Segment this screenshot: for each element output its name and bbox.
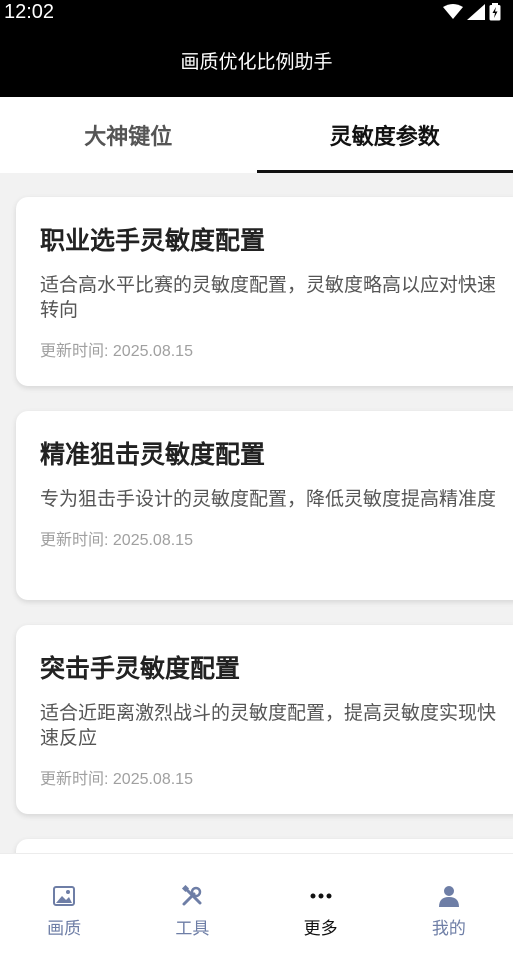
card-title: 精准狙击灵敏度配置: [40, 440, 266, 469]
config-card-partial[interactable]: [16, 839, 513, 853]
bottom-nav: 画质 工具 更多 我的: [0, 853, 513, 960]
nav-label: 更多: [303, 919, 338, 939]
status-bar: 12:02: [0, 0, 513, 24]
card-list[interactable]: 职业选手灵敏度配置 适合高水平比赛的灵敏度配置，灵敏度略高以应对快速转向 更新时…: [0, 173, 513, 853]
card-description: 专为狙击手设计的灵敏度配置，降低灵敏度提高精准度: [40, 488, 497, 510]
nav-item-quality[interactable]: 画质: [0, 854, 128, 960]
nav-label: 我的: [431, 919, 466, 939]
wifi-icon: [443, 4, 463, 19]
card-title: 突击手灵敏度配置: [40, 654, 241, 683]
card-title: 职业选手灵敏度配置: [40, 226, 266, 255]
tab-sensitivity[interactable]: 灵敏度参数: [256, 97, 513, 173]
card-description: 适合高水平比赛的灵敏度配置，灵敏度略高以应对快速转向: [40, 274, 497, 321]
config-card[interactable]: 突击手灵敏度配置 适合近距离激烈战斗的灵敏度配置，提高灵敏度实现快速反应 更新时…: [16, 625, 513, 814]
signal-icon: [467, 4, 485, 20]
nav-item-more[interactable]: 更多: [257, 854, 385, 960]
nav-item-tools[interactable]: 工具: [128, 854, 256, 960]
app-bar: 画质优化比例助手: [0, 24, 513, 97]
page-title: 画质优化比例助手: [180, 51, 333, 73]
tab-keybind[interactable]: 大神键位: [0, 97, 257, 173]
nav-label: 画质: [47, 919, 82, 939]
nav-item-profile[interactable]: 我的: [385, 854, 513, 960]
config-card[interactable]: 精准狙击灵敏度配置 专为狙击手设计的灵敏度配置，降低灵敏度提高精准度 更新时间:…: [16, 411, 513, 600]
image-icon: [52, 884, 76, 908]
status-icons: [443, 2, 501, 22]
battery-icon: [489, 3, 501, 21]
more-icon: [309, 884, 333, 908]
card-update-date: 更新时间: 2025.08.15: [40, 532, 193, 549]
card-update-date: 更新时间: 2025.08.15: [40, 771, 193, 788]
card-update-date: 更新时间: 2025.08.15: [40, 343, 193, 360]
status-time: 12:02: [4, 1, 55, 23]
tab-bar: 大神键位 灵敏度参数: [0, 97, 513, 173]
nav-label: 工具: [175, 919, 210, 939]
config-card[interactable]: 职业选手灵敏度配置 适合高水平比赛的灵敏度配置，灵敏度略高以应对快速转向 更新时…: [16, 197, 513, 386]
tools-icon: [180, 884, 204, 908]
person-icon: [437, 884, 461, 908]
card-description: 适合近距离激烈战斗的灵敏度配置，提高灵敏度实现快速反应: [40, 702, 497, 749]
